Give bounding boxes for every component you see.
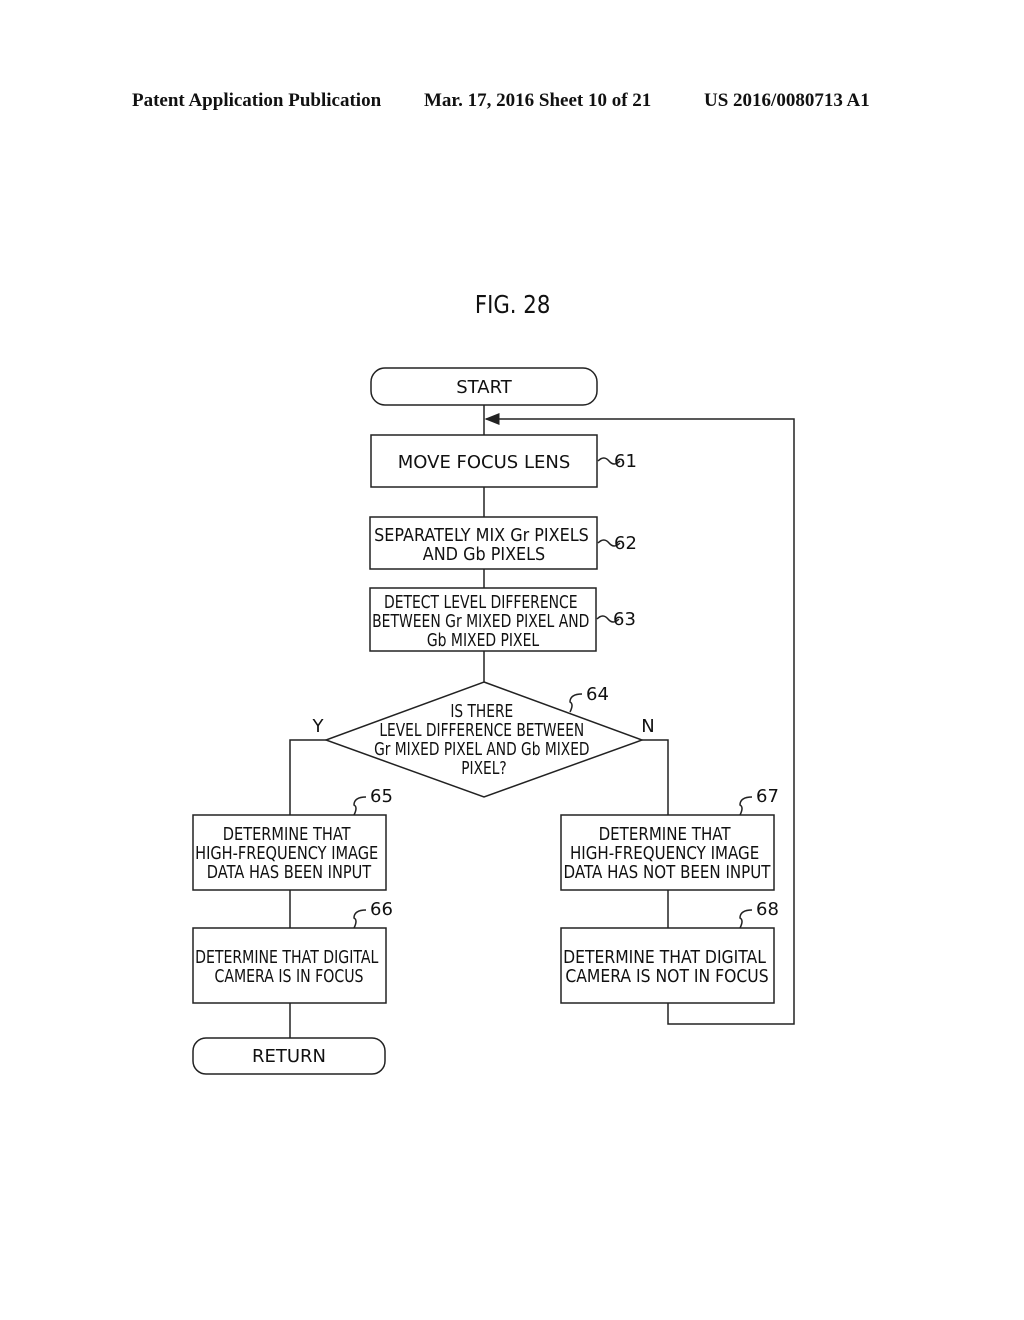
ref-63: 63: [613, 609, 636, 630]
leader-66: [353, 909, 367, 929]
leader-65: [353, 796, 367, 816]
leader-64: [569, 693, 583, 713]
ref-62: 62: [614, 533, 637, 554]
ref-61: 61: [614, 451, 637, 472]
ref-67: 67: [756, 786, 779, 807]
leader-68: [739, 909, 753, 929]
no-branch-label: N: [641, 716, 654, 737]
yes-branch-label: Y: [312, 716, 325, 737]
connector-yes-65: [289, 739, 326, 815]
step-65-label: DETERMINE THAT HIGH-FREQUENCY IMAGE DATA…: [195, 824, 383, 883]
step-68-label: DETERMINE THAT DIGITAL CAMERA IS NOT IN …: [563, 946, 771, 986]
ref-65: 65: [370, 786, 393, 807]
start-label: START: [456, 377, 513, 398]
flowchart: START MOVE FOCUS LENS SEPARATELY MIX Gr …: [192, 367, 795, 1075]
ref-66: 66: [370, 899, 393, 920]
leader-67: [739, 796, 753, 816]
ref-64: 64: [586, 684, 609, 705]
ref-68: 68: [756, 899, 779, 920]
step-66-label: DETERMINE THAT DIGITAL CAMERA IS IN FOCU…: [195, 946, 383, 986]
connector-no-67: [642, 739, 669, 815]
return-label: RETURN: [252, 1046, 326, 1067]
step-61-label: MOVE FOCUS LENS: [398, 452, 571, 473]
